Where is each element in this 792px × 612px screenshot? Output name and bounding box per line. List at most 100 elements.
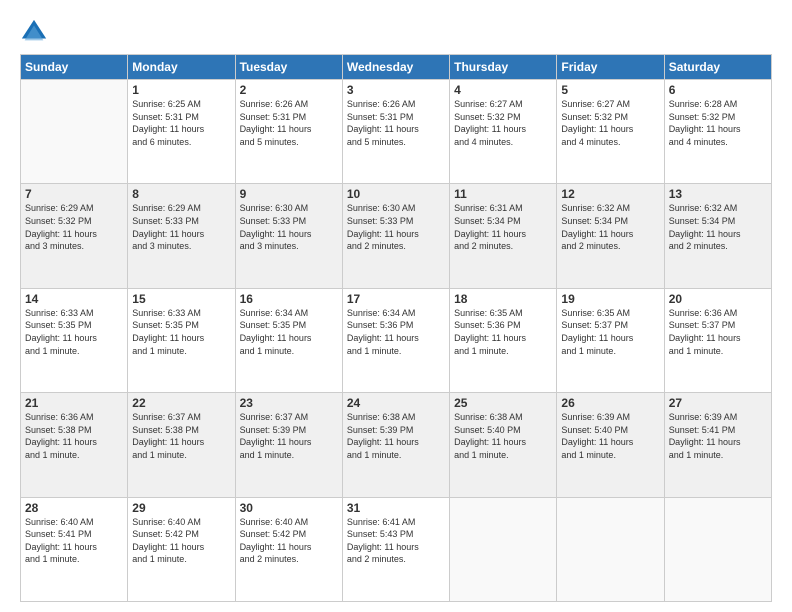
day-info: Sunrise: 6:30 AM Sunset: 5:33 PM Dayligh… [240,202,338,252]
calendar-day-header: Tuesday [235,55,342,80]
day-info: Sunrise: 6:25 AM Sunset: 5:31 PM Dayligh… [132,98,230,148]
calendar-week-row: 21Sunrise: 6:36 AM Sunset: 5:38 PM Dayli… [21,393,772,497]
calendar-cell: 11Sunrise: 6:31 AM Sunset: 5:34 PM Dayli… [450,184,557,288]
calendar-cell: 8Sunrise: 6:29 AM Sunset: 5:33 PM Daylig… [128,184,235,288]
day-info: Sunrise: 6:26 AM Sunset: 5:31 PM Dayligh… [347,98,445,148]
day-number: 12 [561,187,659,201]
calendar-cell: 16Sunrise: 6:34 AM Sunset: 5:35 PM Dayli… [235,288,342,392]
day-number: 10 [347,187,445,201]
calendar-cell [557,497,664,601]
calendar-cell: 14Sunrise: 6:33 AM Sunset: 5:35 PM Dayli… [21,288,128,392]
calendar-day-header: Friday [557,55,664,80]
day-info: Sunrise: 6:37 AM Sunset: 5:39 PM Dayligh… [240,411,338,461]
day-info: Sunrise: 6:29 AM Sunset: 5:33 PM Dayligh… [132,202,230,252]
day-number: 30 [240,501,338,515]
calendar-cell: 1Sunrise: 6:25 AM Sunset: 5:31 PM Daylig… [128,80,235,184]
day-info: Sunrise: 6:37 AM Sunset: 5:38 PM Dayligh… [132,411,230,461]
day-info: Sunrise: 6:28 AM Sunset: 5:32 PM Dayligh… [669,98,767,148]
calendar-cell: 22Sunrise: 6:37 AM Sunset: 5:38 PM Dayli… [128,393,235,497]
day-info: Sunrise: 6:34 AM Sunset: 5:36 PM Dayligh… [347,307,445,357]
day-info: Sunrise: 6:40 AM Sunset: 5:42 PM Dayligh… [132,516,230,566]
day-info: Sunrise: 6:35 AM Sunset: 5:37 PM Dayligh… [561,307,659,357]
calendar-cell: 12Sunrise: 6:32 AM Sunset: 5:34 PM Dayli… [557,184,664,288]
calendar-cell: 29Sunrise: 6:40 AM Sunset: 5:42 PM Dayli… [128,497,235,601]
day-number: 23 [240,396,338,410]
day-info: Sunrise: 6:29 AM Sunset: 5:32 PM Dayligh… [25,202,123,252]
day-number: 16 [240,292,338,306]
calendar-day-header: Sunday [21,55,128,80]
calendar-cell [450,497,557,601]
calendar-week-row: 14Sunrise: 6:33 AM Sunset: 5:35 PM Dayli… [21,288,772,392]
day-number: 25 [454,396,552,410]
calendar-day-header: Wednesday [342,55,449,80]
day-number: 19 [561,292,659,306]
calendar-cell: 9Sunrise: 6:30 AM Sunset: 5:33 PM Daylig… [235,184,342,288]
calendar-table: SundayMondayTuesdayWednesdayThursdayFrid… [20,54,772,602]
calendar-cell: 4Sunrise: 6:27 AM Sunset: 5:32 PM Daylig… [450,80,557,184]
calendar-cell: 5Sunrise: 6:27 AM Sunset: 5:32 PM Daylig… [557,80,664,184]
calendar-cell: 28Sunrise: 6:40 AM Sunset: 5:41 PM Dayli… [21,497,128,601]
calendar-cell: 30Sunrise: 6:40 AM Sunset: 5:42 PM Dayli… [235,497,342,601]
logo-icon [20,18,48,46]
day-number: 8 [132,187,230,201]
day-number: 21 [25,396,123,410]
calendar-day-header: Saturday [664,55,771,80]
day-number: 6 [669,83,767,97]
day-info: Sunrise: 6:36 AM Sunset: 5:38 PM Dayligh… [25,411,123,461]
day-info: Sunrise: 6:41 AM Sunset: 5:43 PM Dayligh… [347,516,445,566]
header [20,18,772,46]
day-number: 24 [347,396,445,410]
calendar-day-header: Monday [128,55,235,80]
day-number: 15 [132,292,230,306]
day-number: 28 [25,501,123,515]
day-info: Sunrise: 6:33 AM Sunset: 5:35 PM Dayligh… [132,307,230,357]
day-number: 18 [454,292,552,306]
day-info: Sunrise: 6:30 AM Sunset: 5:33 PM Dayligh… [347,202,445,252]
calendar-day-header: Thursday [450,55,557,80]
calendar-header-row: SundayMondayTuesdayWednesdayThursdayFrid… [21,55,772,80]
day-info: Sunrise: 6:27 AM Sunset: 5:32 PM Dayligh… [561,98,659,148]
day-number: 9 [240,187,338,201]
day-info: Sunrise: 6:36 AM Sunset: 5:37 PM Dayligh… [669,307,767,357]
day-info: Sunrise: 6:40 AM Sunset: 5:41 PM Dayligh… [25,516,123,566]
calendar-week-row: 1Sunrise: 6:25 AM Sunset: 5:31 PM Daylig… [21,80,772,184]
calendar-cell: 21Sunrise: 6:36 AM Sunset: 5:38 PM Dayli… [21,393,128,497]
day-number: 13 [669,187,767,201]
calendar-week-row: 28Sunrise: 6:40 AM Sunset: 5:41 PM Dayli… [21,497,772,601]
day-info: Sunrise: 6:39 AM Sunset: 5:41 PM Dayligh… [669,411,767,461]
day-number: 17 [347,292,445,306]
calendar-cell: 2Sunrise: 6:26 AM Sunset: 5:31 PM Daylig… [235,80,342,184]
day-number: 27 [669,396,767,410]
day-info: Sunrise: 6:33 AM Sunset: 5:35 PM Dayligh… [25,307,123,357]
day-info: Sunrise: 6:34 AM Sunset: 5:35 PM Dayligh… [240,307,338,357]
calendar-cell: 25Sunrise: 6:38 AM Sunset: 5:40 PM Dayli… [450,393,557,497]
day-info: Sunrise: 6:27 AM Sunset: 5:32 PM Dayligh… [454,98,552,148]
day-number: 3 [347,83,445,97]
day-number: 11 [454,187,552,201]
calendar-cell: 7Sunrise: 6:29 AM Sunset: 5:32 PM Daylig… [21,184,128,288]
day-number: 7 [25,187,123,201]
calendar-cell [664,497,771,601]
day-number: 26 [561,396,659,410]
calendar-cell: 27Sunrise: 6:39 AM Sunset: 5:41 PM Dayli… [664,393,771,497]
calendar-cell: 3Sunrise: 6:26 AM Sunset: 5:31 PM Daylig… [342,80,449,184]
day-number: 29 [132,501,230,515]
calendar-cell: 24Sunrise: 6:38 AM Sunset: 5:39 PM Dayli… [342,393,449,497]
day-info: Sunrise: 6:38 AM Sunset: 5:40 PM Dayligh… [454,411,552,461]
calendar-cell: 26Sunrise: 6:39 AM Sunset: 5:40 PM Dayli… [557,393,664,497]
calendar-cell: 31Sunrise: 6:41 AM Sunset: 5:43 PM Dayli… [342,497,449,601]
calendar-cell: 19Sunrise: 6:35 AM Sunset: 5:37 PM Dayli… [557,288,664,392]
calendar-cell: 20Sunrise: 6:36 AM Sunset: 5:37 PM Dayli… [664,288,771,392]
calendar-cell [21,80,128,184]
day-number: 1 [132,83,230,97]
day-info: Sunrise: 6:39 AM Sunset: 5:40 PM Dayligh… [561,411,659,461]
day-info: Sunrise: 6:32 AM Sunset: 5:34 PM Dayligh… [669,202,767,252]
page: SundayMondayTuesdayWednesdayThursdayFrid… [0,0,792,612]
day-number: 5 [561,83,659,97]
day-info: Sunrise: 6:35 AM Sunset: 5:36 PM Dayligh… [454,307,552,357]
day-number: 31 [347,501,445,515]
day-info: Sunrise: 6:38 AM Sunset: 5:39 PM Dayligh… [347,411,445,461]
day-info: Sunrise: 6:26 AM Sunset: 5:31 PM Dayligh… [240,98,338,148]
day-number: 4 [454,83,552,97]
day-number: 20 [669,292,767,306]
